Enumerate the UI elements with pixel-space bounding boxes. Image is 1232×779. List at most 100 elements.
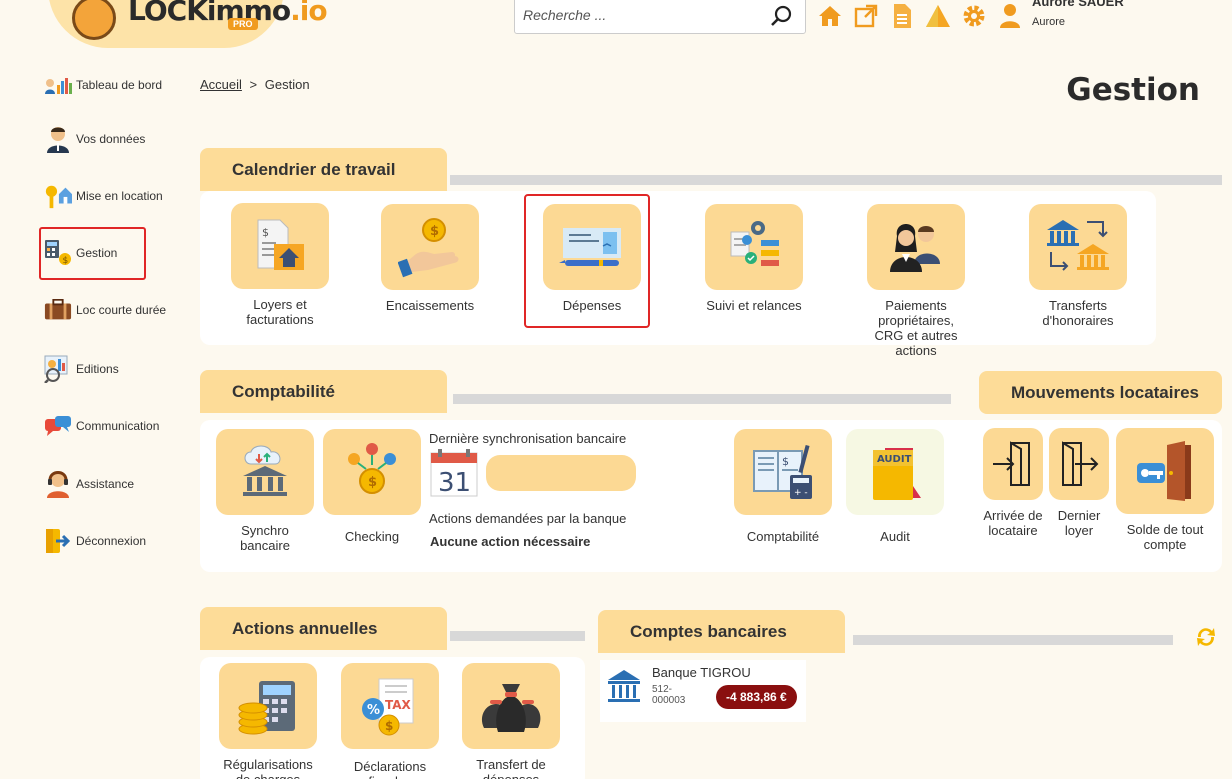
breadcrumb-current: Gestion — [264, 77, 310, 92]
sidebar-item-label: Tableau de bord — [76, 78, 163, 92]
tile-label: Solde de tout compte — [1126, 522, 1204, 552]
sync-status-bar — [486, 455, 636, 491]
tile-label: Checking — [344, 529, 400, 544]
money-bags-icon — [462, 663, 560, 749]
invoice-house-icon: $ — [231, 203, 329, 289]
section-header-comptes: Comptes bancaires — [598, 610, 845, 653]
tile-checking[interactable]: $ Checking — [323, 429, 421, 544]
svg-text:TAX: TAX — [385, 698, 412, 712]
tile-loyers[interactable]: $ Loyers et facturations — [231, 203, 329, 327]
tile-label: Déclarations fiscales — [353, 759, 427, 779]
bank-name: Banque TIGROU — [652, 665, 751, 680]
sidebar-item-label: Déconnexion — [76, 534, 147, 548]
tile-label: Suivi et relances — [706, 298, 802, 313]
tile-transferts[interactable]: Transferts d'honoraires — [1029, 204, 1127, 328]
breadcrumb-home-link[interactable]: Accueil — [200, 77, 242, 92]
bank-account-number: 512-000003 — [652, 684, 686, 706]
calendar-day: 31 — [438, 468, 471, 497]
sidebar-item-loc-courte-duree[interactable]: Loc courte durée — [44, 295, 166, 325]
tile-paiements[interactable]: Paiements propriétaires, CRG et autres a… — [867, 204, 965, 358]
alert-triangle-icon[interactable] — [924, 2, 952, 30]
svg-text:$: $ — [385, 719, 393, 733]
document-icon[interactable] — [888, 2, 916, 30]
external-link-icon[interactable] — [852, 2, 880, 30]
logo-pro-badge: PRO — [228, 18, 258, 30]
cat-mascot-icon — [72, 0, 116, 40]
tile-suivi-relances[interactable]: Suivi et relances — [705, 204, 803, 313]
tile-encaissements[interactable]: $ Encaissements — [381, 204, 479, 313]
refresh-icon[interactable] — [1194, 625, 1218, 654]
section-header-comptabilite: Comptabilité — [200, 370, 447, 413]
sidebar-item-label: Mise en location — [76, 189, 163, 203]
bank-account-card[interactable]: Banque TIGROU 512-000003 -4 883,86 € — [600, 660, 806, 722]
tile-regularisations[interactable]: Régularisations de charges — [219, 663, 317, 779]
tile-declarations-fiscales[interactable]: TAX% $ Déclarations fiscales — [341, 663, 439, 779]
sidebar-item-label: Gestion — [76, 246, 118, 260]
tile-solde-compte[interactable]: Solde de tout compte — [1116, 428, 1214, 552]
door-enter-icon — [983, 428, 1043, 500]
panel-calendrier — [200, 191, 1156, 345]
tax-icon: TAX% $ — [341, 663, 439, 749]
bank-actions-label: Actions demandées par la banque — [429, 511, 627, 526]
sidebar-item-tableau-de-bord[interactable]: Tableau de bord — [44, 70, 162, 100]
section-divider — [453, 394, 951, 404]
svg-text:$: $ — [430, 224, 439, 239]
door-exit-icon — [1049, 428, 1109, 500]
section-divider — [450, 631, 585, 641]
page-title: Gestion — [1066, 72, 1200, 108]
sidebar-item-gestion[interactable]: $ Gestion — [44, 238, 117, 268]
search-box[interactable] — [514, 0, 806, 34]
bank-icon — [606, 668, 642, 709]
section-header-annuelles: Actions annuelles — [200, 607, 447, 650]
gear-icon[interactable] — [960, 2, 988, 30]
bank-balance-badge: -4 883,86 € — [716, 685, 797, 709]
user-name[interactable]: Aurore SAUER — [1032, 0, 1124, 9]
tile-dernier-loyer[interactable]: Dernier loyer — [1049, 428, 1109, 538]
section-divider — [853, 635, 1173, 645]
svg-text:$: $ — [782, 455, 789, 468]
cloud-bank-icon — [216, 429, 314, 515]
calculator-icon: $ — [44, 239, 72, 267]
svg-text:$: $ — [63, 256, 69, 266]
tile-label: Loyers et facturations — [246, 297, 314, 327]
sidebar-item-editions[interactable]: Editions — [44, 354, 119, 384]
tile-label: Transfert de dépenses — [476, 757, 546, 779]
chat-icon — [44, 412, 72, 440]
tile-transfert-depenses[interactable]: Transfert de dépenses — [462, 663, 560, 779]
sidebar-item-label: Communication — [76, 419, 160, 433]
tile-label: Régularisations de charges — [223, 757, 313, 779]
tile-label: Audit — [880, 529, 910, 544]
sidebar-item-communication[interactable]: Communication — [44, 411, 159, 441]
audit-folder-icon: AUDIT — [846, 429, 944, 515]
search-icon[interactable] — [769, 3, 795, 29]
tile-label: Paiements propriétaires, CRG et autres a… — [874, 298, 958, 358]
sidebar-item-label: Vos données — [76, 132, 146, 146]
logout-icon — [44, 527, 72, 555]
tile-synchro-bancaire[interactable]: Synchro bancaire — [216, 429, 314, 553]
svg-text:$: $ — [368, 475, 377, 490]
tile-audit[interactable]: AUDIT Audit — [846, 429, 944, 544]
sidebar-item-vos-donnees[interactable]: Vos données — [44, 124, 145, 154]
sidebar-item-assistance[interactable]: Assistance — [44, 469, 134, 499]
sidebar-item-mise-en-location[interactable]: Mise en location — [44, 181, 163, 211]
people-icon — [867, 204, 965, 290]
logo[interactable]: LOCKimmo.io PRO — [48, 0, 328, 48]
key-house-icon — [44, 182, 72, 210]
ledger-calculator-icon: $ + - — [734, 429, 832, 515]
svg-text:$: $ — [262, 226, 269, 239]
key-door-icon — [1116, 428, 1214, 514]
bank-transfer-icon — [1029, 204, 1127, 290]
suitcase-icon — [44, 296, 72, 324]
user-icon[interactable] — [996, 2, 1024, 30]
home-icon[interactable] — [816, 2, 844, 30]
report-icon — [44, 355, 72, 383]
header-icons — [816, 2, 1024, 30]
tile-comptabilite[interactable]: $ + - Comptabilité — [734, 429, 832, 544]
section-header-mouvements: Mouvements locataires — [979, 371, 1222, 414]
section-divider — [450, 175, 1222, 185]
search-input[interactable] — [523, 7, 763, 23]
sidebar-item-deconnexion[interactable]: Déconnexion — [44, 526, 146, 556]
sidebar-item-label: Loc courte durée — [76, 303, 167, 317]
tile-arrivee-locataire[interactable]: Arrivée de locataire — [983, 428, 1043, 538]
network-coin-icon: $ — [323, 429, 421, 515]
